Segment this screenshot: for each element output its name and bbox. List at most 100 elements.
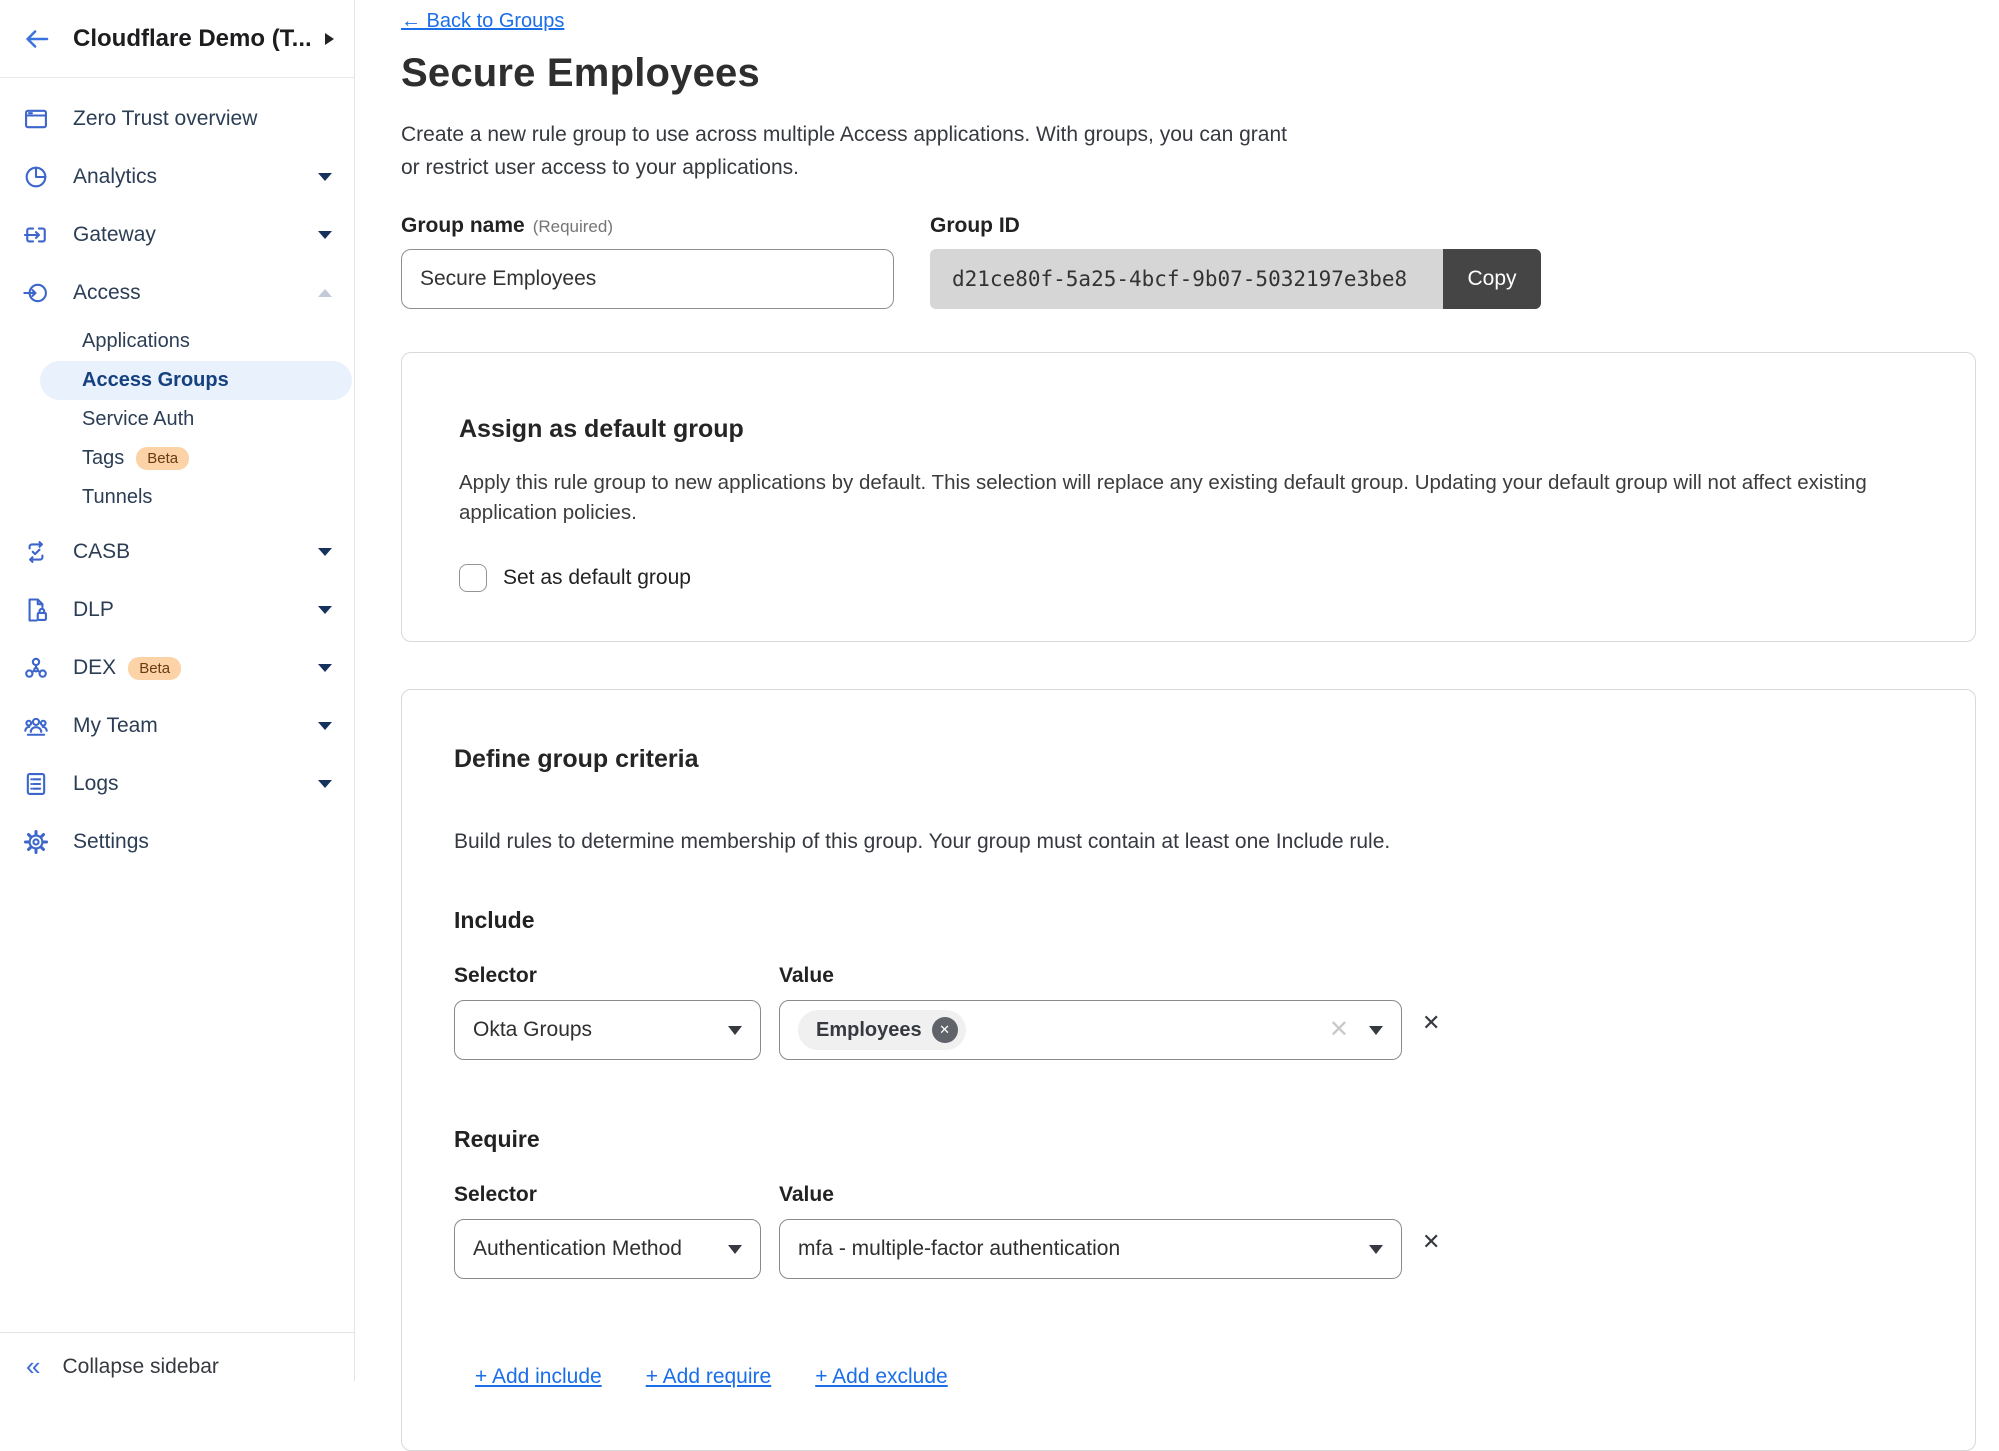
group-name-field-group: Group name (Required)	[401, 214, 894, 309]
chevron-down-icon	[728, 1245, 742, 1254]
sidebar-subitem-label: Service Auth	[82, 408, 194, 431]
set-default-group-label: Set as default group	[503, 566, 691, 590]
chevron-down-icon	[318, 606, 332, 614]
my-team-people-icon	[22, 712, 50, 740]
copy-button[interactable]: Copy	[1443, 249, 1541, 309]
beta-badge: Beta	[136, 447, 189, 470]
sidebar-item-tags[interactable]: Tags Beta	[0, 439, 354, 478]
sidebar-item-label: Analytics	[73, 165, 157, 189]
sidebar-item-label: My Team	[73, 714, 158, 738]
sidebar-item-dex[interactable]: DEX Beta	[0, 639, 354, 697]
page-description: Create a new rule group to use across mu…	[401, 118, 1999, 184]
sidebar-item-label: Settings	[73, 830, 149, 854]
group-id-field-group: Group ID d21ce80f-5a25-4bcf-9b07-5032197…	[930, 214, 1541, 309]
sidebar-item-tunnels[interactable]: Tunnels	[0, 478, 354, 517]
include-heading: Include	[454, 907, 1915, 934]
criteria-card-title: Define group criteria	[454, 745, 1915, 774]
sidebar-item-analytics[interactable]: Analytics	[0, 148, 354, 206]
employees-chip-label: Employees	[816, 1019, 922, 1042]
sidebar-item-label: Access	[73, 281, 141, 305]
add-exclude-link[interactable]: + Add exclude	[815, 1365, 948, 1389]
sidebar-item-dlp[interactable]: DLP	[0, 581, 354, 639]
criteria-card-body: Build rules to determine membership of t…	[454, 826, 1915, 857]
sidebar-item-access-groups[interactable]: Access Groups	[40, 361, 352, 400]
add-include-link[interactable]: + Add include	[475, 1365, 602, 1389]
sidebar-item-service-auth[interactable]: Service Auth	[0, 400, 354, 439]
require-value-label: Value	[779, 1183, 834, 1207]
default-group-card-title: Assign as default group	[459, 415, 1915, 444]
require-value: mfa - multiple-factor authentication	[798, 1237, 1120, 1261]
beta-badge: Beta	[128, 657, 181, 680]
require-heading: Require	[454, 1126, 1915, 1153]
gear-icon	[22, 828, 50, 856]
account-expand-caret-icon[interactable]	[325, 33, 334, 45]
back-to-groups-link[interactable]: ← Back to Groups	[401, 10, 564, 33]
sidebar-item-my-team[interactable]: My Team	[0, 697, 354, 755]
chevron-down-icon	[1369, 1245, 1383, 1254]
default-group-card-body: Apply this rule group to new application…	[459, 468, 1915, 528]
group-id-value: d21ce80f-5a25-4bcf-9b07-5032197e3be8	[930, 249, 1443, 309]
clear-value-icon[interactable]: ✕	[1329, 1018, 1349, 1042]
collapse-chevrons-icon: «	[26, 1353, 40, 1379]
sidebar-nav: Zero Trust overview Analytics Gateway	[0, 78, 354, 871]
chevron-down-icon	[318, 173, 332, 181]
sidebar-item-label: DEX	[73, 656, 116, 680]
sidebar-item-settings[interactable]: Settings	[0, 813, 354, 871]
access-login-icon	[22, 279, 50, 307]
set-default-group-checkbox[interactable]	[459, 564, 487, 592]
back-arrow-icon[interactable]	[22, 24, 52, 54]
chip-remove-icon[interactable]: ✕	[932, 1017, 958, 1043]
employees-chip: Employees ✕	[798, 1010, 966, 1050]
sidebar-item-label: DLP	[73, 598, 114, 622]
required-hint: (Required)	[533, 217, 613, 236]
sidebar-item-access[interactable]: Access	[0, 264, 354, 322]
analytics-pie-icon	[22, 163, 50, 191]
group-name-label: Group name	[401, 214, 525, 237]
remove-require-rule-button[interactable]: ✕	[1422, 1219, 1440, 1253]
sidebar-subitem-label: Tags	[82, 447, 124, 470]
require-value-dropdown[interactable]: mfa - multiple-factor authentication	[779, 1219, 1402, 1279]
sidebar-item-logs[interactable]: Logs	[0, 755, 354, 813]
require-selector-dropdown[interactable]: Authentication Method	[454, 1219, 761, 1279]
include-value-label: Value	[779, 964, 834, 988]
group-name-input[interactable]	[401, 249, 894, 309]
default-group-body-line: application policies.	[459, 498, 1915, 528]
sidebar-item-zero-trust-overview[interactable]: Zero Trust overview	[0, 90, 354, 148]
sidebar-item-label: Gateway	[73, 223, 156, 247]
default-group-body-line: Apply this rule group to new application…	[459, 468, 1915, 498]
sidebar-subitem-label: Applications	[82, 330, 190, 353]
sidebar-item-label: Logs	[73, 772, 119, 796]
include-value-multiselect[interactable]: Employees ✕ ✕	[779, 1000, 1402, 1060]
collapse-sidebar-label: Collapse sidebar	[62, 1355, 218, 1379]
gateway-icon	[22, 221, 50, 249]
group-id-label: Group ID	[930, 214, 1541, 238]
include-selector-value: Okta Groups	[473, 1018, 592, 1042]
add-require-link[interactable]: + Add require	[646, 1365, 772, 1389]
chevron-down-icon	[318, 664, 332, 672]
overview-window-icon	[22, 105, 50, 133]
include-labels-row: Selector Value	[454, 964, 1915, 988]
require-rule-row: Authentication Method mfa - multiple-fac…	[454, 1219, 1915, 1279]
sidebar-item-applications[interactable]: Applications	[0, 322, 354, 361]
page-title: Secure Employees	[401, 51, 1999, 96]
require-value-controls	[1369, 1245, 1383, 1254]
group-name-label-row: Group name (Required)	[401, 214, 894, 238]
chevron-down-icon	[318, 548, 332, 556]
include-value-controls: ✕	[1329, 1018, 1383, 1042]
sidebar-item-casb[interactable]: CASB	[0, 523, 354, 581]
collapse-sidebar-button[interactable]: « Collapse sidebar	[0, 1332, 354, 1381]
dlp-document-lock-icon	[22, 596, 50, 624]
sidebar-item-label: CASB	[73, 540, 130, 564]
chevron-down-icon	[318, 722, 332, 730]
require-selector-value: Authentication Method	[473, 1237, 682, 1261]
sidebar-item-gateway[interactable]: Gateway	[0, 206, 354, 264]
account-name: Cloudflare Demo (T...	[73, 25, 317, 53]
criteria-card: Define group criteria Build rules to det…	[401, 689, 1976, 1451]
remove-include-rule-button[interactable]: ✕	[1422, 1000, 1440, 1034]
page-description-line: or restrict user access to your applicat…	[401, 151, 1999, 184]
chevron-down-icon	[1369, 1026, 1383, 1035]
dex-network-icon	[22, 654, 50, 682]
sidebar-header: Cloudflare Demo (T...	[0, 0, 354, 78]
default-group-card: Assign as default group Apply this rule …	[401, 352, 1976, 642]
include-selector-dropdown[interactable]: Okta Groups	[454, 1000, 761, 1060]
